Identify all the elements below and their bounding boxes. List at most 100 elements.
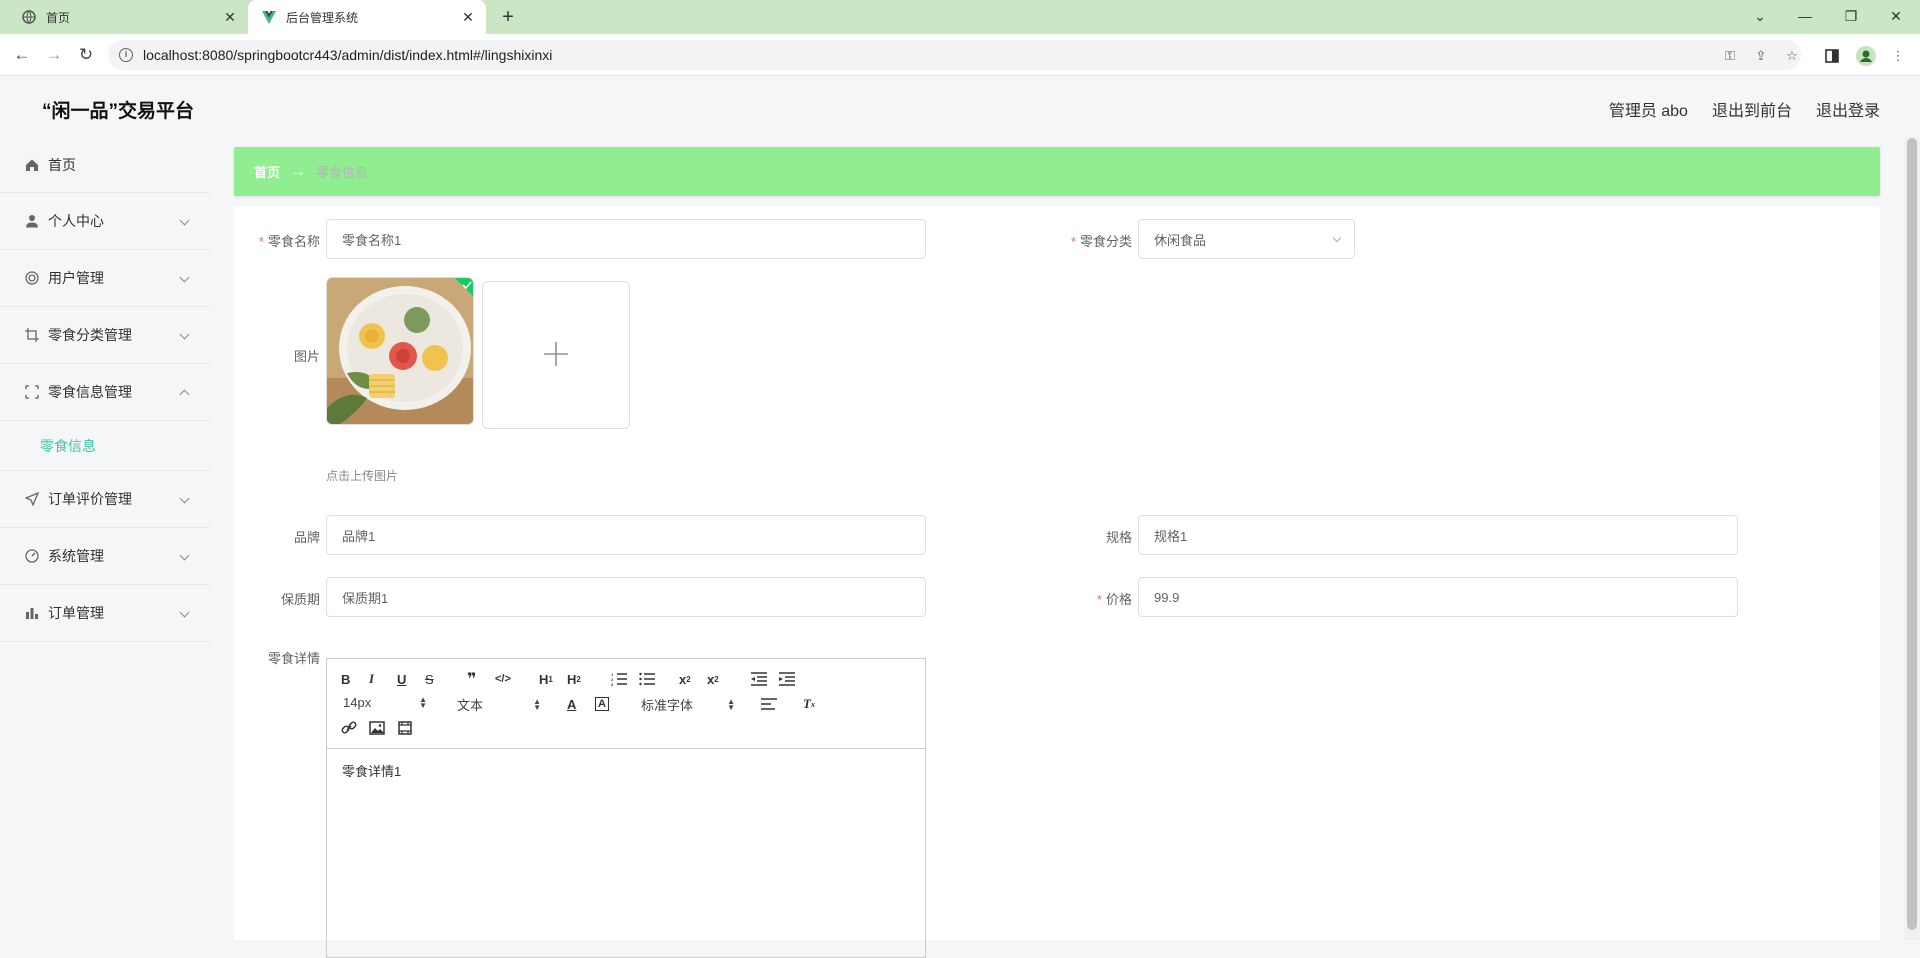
snack-category-select[interactable]: 休闲食品 [1138,219,1355,259]
link-icon[interactable] [341,719,357,737]
bar-chart-icon [24,605,40,621]
outdent-icon[interactable] [751,670,767,688]
window-close-icon[interactable]: ✕ [1876,4,1916,28]
star-icon[interactable]: ☆ [1784,48,1800,64]
plus-icon [543,341,569,370]
current-user: 管理员 abo [1608,103,1688,120]
brand-input[interactable]: 品牌1 [326,515,926,555]
spec-input[interactable]: 规格1 [1138,515,1738,555]
bold-icon[interactable]: B [341,670,350,688]
sidebar-item-review[interactable]: 订单评价管理 [0,471,210,528]
italic-icon[interactable]: I [369,670,374,688]
address-bar: ← → ↻ i localhost:8080/springbootcr443/a… [0,34,1920,76]
home-icon [24,157,40,173]
sidebar: 首页 个人中心 用户管理 零食分类管理 零食信息管理 零食信息 订单评价管理 系… [0,138,210,940]
side-panel-icon[interactable] [1824,48,1840,64]
back-to-front-link[interactable]: 退出到前台 [1712,97,1792,121]
breadcrumb-current: 零食信息 [316,165,369,180]
uploaded-image[interactable] [326,277,474,425]
fullscreen-icon [24,384,40,400]
upload-button[interactable] [482,281,630,429]
chevron-down-icon [1332,233,1342,243]
tab-search-icon[interactable]: ⌄ [1740,4,1780,28]
snack-name-input[interactable]: 零食名称1 [326,219,926,259]
main-content: 首页 → 零食信息 [234,147,1880,196]
url-field[interactable]: i localhost:8080/springbootcr443/admin/d… [108,40,1801,70]
align-icon[interactable] [761,695,777,713]
font-family-select[interactable]: 标准字体 ▲ ▼ [641,695,735,714]
image-label: 图片 [293,349,320,364]
logout-link[interactable]: 退出登录 [1816,97,1880,121]
profile-avatar[interactable] [1856,46,1876,66]
sidebar-item-home[interactable]: 首页 [0,138,210,193]
price-input[interactable]: 99.9 [1138,577,1738,617]
clear-format-icon[interactable]: Tx [803,695,815,713]
close-icon[interactable]: ✕ [220,7,240,27]
more-menu-icon[interactable]: ⋮ [1890,48,1906,64]
editor-text: 零食详情1 [342,764,402,779]
sidebar-item-profile[interactable]: 个人中心 [0,193,210,250]
font-color-icon[interactable]: A [567,695,576,713]
sidebar-item-label: 用户管理 [48,270,104,286]
globe-icon [22,10,36,24]
browser-tab-bar: 首页 ✕ 后台管理系统 ✕ + ⌄ — ❐ ✕ [0,0,1920,34]
sidebar-item-label: 系统管理 [48,548,104,564]
forward-icon[interactable]: → [42,43,66,67]
sidebar-item-users[interactable]: 用户管理 [0,250,210,307]
sidebar-item-system[interactable]: 系统管理 [0,528,210,585]
header-1-icon[interactable]: H1 [539,670,553,688]
scrollbar-thumb[interactable] [1907,138,1917,930]
strike-icon[interactable]: S [425,670,434,688]
breadcrumb-home[interactable]: 首页 [254,162,280,181]
minimize-icon[interactable]: — [1785,4,1825,28]
sidebar-subitem-label: 零食信息 [40,437,96,454]
url-text: localhost:8080/springbootcr443/admin/dis… [143,47,553,63]
breadcrumb: 首页 → 零食信息 [234,147,1880,196]
upload-tip: 点击上传图片 [326,469,399,483]
key-icon[interactable]: ⚿ [1722,48,1738,64]
browser-tab-admin[interactable]: 后台管理系统 ✕ [248,0,486,34]
chevron-down-icon [179,493,190,504]
users-icon [24,270,40,286]
sidebar-subitem-snack-info[interactable]: 零食信息 [0,421,210,471]
chevron-down-icon [179,272,190,283]
spec-label: 规格 [1105,530,1132,545]
snack-category-label: * 零食分类 [1070,234,1132,249]
image-icon[interactable] [369,719,385,737]
back-icon[interactable]: ← [10,43,34,67]
price-label: * 价格 [1096,592,1132,607]
subscript-icon[interactable]: x2 [679,670,691,688]
sidebar-item-snack-info[interactable]: 零食信息管理 [0,364,210,421]
editor-toolbar: B I U S ❞ </> H1 H2 123 x2 x2 14px ▲ ▼ 文本 ▲… [327,659,925,749]
gauge-icon [24,548,40,564]
code-block-icon[interactable]: </> [495,670,511,688]
header-2-icon[interactable]: H2 [567,670,581,688]
brand-title: “闲一品”交易平台 [42,101,195,122]
font-size-select[interactable]: 14px ▲ ▼ [343,695,427,710]
info-icon[interactable]: i [119,48,133,62]
arrow-right-icon: → [290,162,307,180]
bullet-list-icon[interactable] [639,670,655,688]
editor-content[interactable]: 零食详情1 [327,749,925,792]
background-color-icon[interactable]: A [595,697,609,711]
svg-text:3: 3 [611,682,614,686]
restore-icon[interactable]: ❐ [1831,4,1871,28]
new-tab-button[interactable]: + [497,6,519,28]
ordered-list-icon[interactable]: 123 [611,670,627,688]
header-select[interactable]: 文本 ▲ ▼ [457,695,541,714]
indent-icon[interactable] [779,670,795,688]
underline-icon[interactable]: U [397,670,406,688]
vue-logo-icon [262,10,276,24]
sidebar-item-category[interactable]: 零食分类管理 [0,307,210,364]
sidebar-item-label: 首页 [48,157,76,173]
app-header: “闲一品”交易平台 管理员 abo 退出到前台 退出登录 [0,76,1920,138]
close-icon[interactable]: ✕ [458,7,478,27]
video-icon[interactable] [397,719,413,737]
share-icon[interactable]: ⇪ [1753,48,1769,64]
shelf-life-input[interactable]: 保质期1 [326,577,926,617]
sidebar-item-orders[interactable]: 订单管理 [0,585,210,642]
reload-icon[interactable]: ↻ [74,43,98,67]
superscript-icon[interactable]: x2 [707,670,719,688]
browser-tab-home[interactable]: 首页 ✕ [8,0,248,34]
blockquote-icon[interactable]: ❞ [467,670,476,688]
